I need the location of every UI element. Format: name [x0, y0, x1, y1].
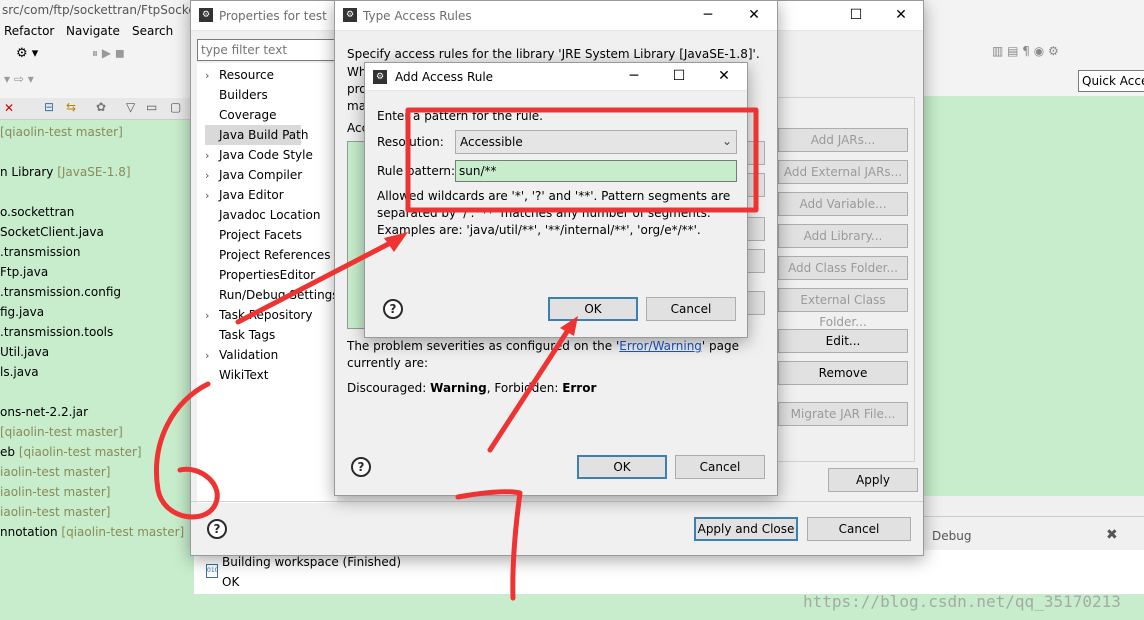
annotation-digit-6: [154, 381, 220, 520]
arrow-6-line: [235, 235, 403, 325]
arrow-7-line: [487, 321, 575, 453]
arrow-7-head: [560, 316, 578, 336]
annotation-overlay: [154, 107, 759, 601]
annotation-digit-7: [455, 489, 523, 601]
highlight-box: [405, 107, 759, 213]
arrow-6-head: [384, 232, 408, 252]
